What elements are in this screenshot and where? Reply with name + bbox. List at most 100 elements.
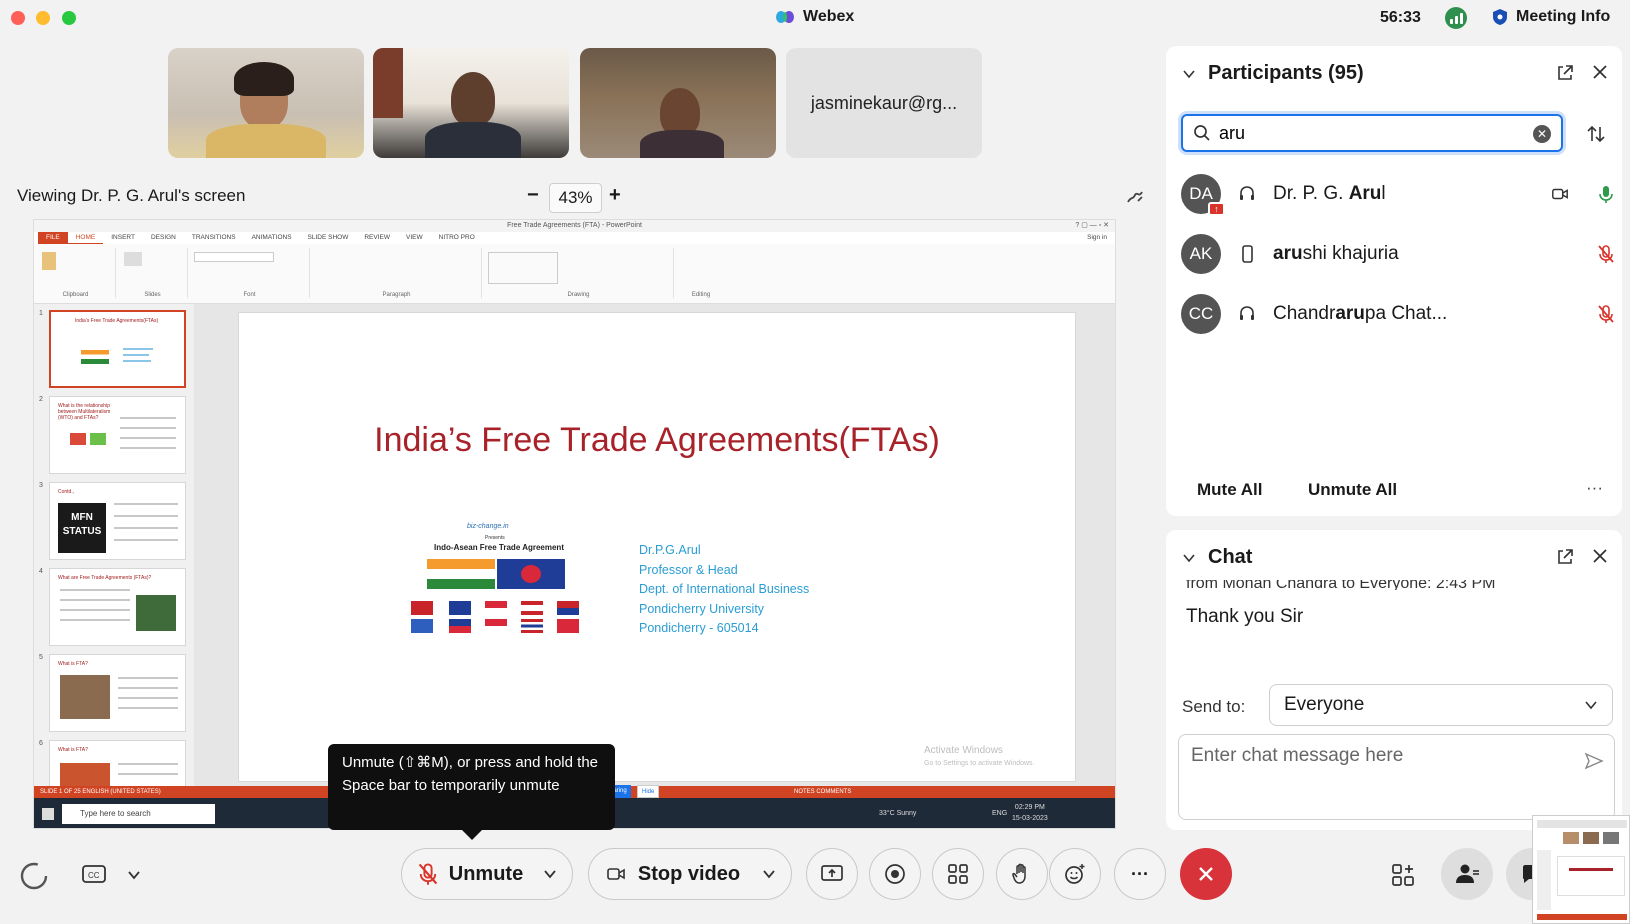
chevron-down-icon[interactable] — [1182, 551, 1196, 565]
ribbon-group-font: Font — [190, 248, 310, 298]
participants-more-button[interactable]: ··· — [1586, 478, 1603, 498]
ribbon-group-label: Font — [243, 292, 256, 298]
slide-thumbnail[interactable]: What is FTA? — [49, 740, 186, 786]
thumbnail-title: Contd., — [58, 489, 75, 495]
ppt-ribbon-tabs: FILE HOME INSERT DESIGN TRANSITIONS ANIM… — [34, 232, 1115, 244]
author-line: Dept. of International Business — [639, 582, 810, 597]
chevron-down-icon[interactable] — [127, 868, 141, 882]
more-options-label: ··· — [1131, 863, 1149, 884]
minimize-window-button[interactable] — [36, 11, 50, 25]
record-button[interactable] — [869, 848, 921, 900]
stop-video-button[interactable]: Stop video — [588, 848, 792, 900]
slide-thumbnail[interactable]: Contd., MFN STATUS — [49, 482, 186, 560]
closed-captions-icon[interactable]: CC — [81, 864, 107, 886]
zoom-level[interactable]: 43% — [549, 183, 602, 213]
participant-row[interactable]: DA ↑ Dr. P. G. Arul — [1181, 170, 1613, 218]
thumbnail-number: 1 — [39, 310, 43, 317]
slide-thumbnail[interactable]: What are Free Trade Agreements (FTAs)? — [49, 568, 186, 646]
layout-button[interactable] — [932, 848, 984, 900]
slide-thumbnail[interactable]: What is the relationship between Multila… — [49, 396, 186, 474]
participant-name-pre: Chandr — [1273, 303, 1336, 324]
chevron-down-icon[interactable] — [762, 867, 776, 881]
thumbnail-number: 3 — [39, 482, 43, 489]
emoji-reaction-icon — [1065, 864, 1085, 884]
chat-message-header: from Mohan Chandra to Everyone: 2:43 PM — [1186, 580, 1496, 590]
microphone-muted-icon[interactable] — [1597, 304, 1615, 324]
participant-name-post: pa Chat... — [1364, 303, 1448, 324]
chevron-down-icon[interactable] — [1182, 67, 1196, 81]
annotate-icon[interactable] — [1125, 186, 1145, 206]
ribbon-group-label: Editing — [691, 292, 711, 298]
participant-name: Chandrarupa Chat... — [1273, 303, 1447, 325]
avatar: CC — [1181, 294, 1221, 334]
participant-search-box[interactable]: ✕ — [1181, 114, 1563, 152]
chat-header[interactable]: Chat — [1182, 546, 1252, 569]
sort-icon[interactable] — [1586, 124, 1606, 144]
mfn-status-image: MFN STATUS — [58, 503, 106, 553]
hide-button[interactable]: Hide — [637, 785, 660, 798]
microphone-muted-icon — [418, 863, 437, 885]
participant-row[interactable]: CC Chandrarupa Chat... — [1181, 290, 1614, 338]
share-content-button[interactable] — [806, 848, 858, 900]
reactions-button[interactable] — [1049, 848, 1101, 900]
more-options-button[interactable]: ··· — [1114, 848, 1166, 900]
participant-video-4[interactable]: jasminekaur@rg... — [786, 48, 982, 158]
send-to-select[interactable]: Everyone — [1269, 684, 1613, 726]
meeting-info-button[interactable]: Meeting Info — [1492, 8, 1610, 26]
zoom-in-button[interactable]: + — [609, 184, 621, 207]
slide-thumbnail[interactable]: What is FTA? — [49, 654, 186, 732]
clock-time: 02:29 PM — [1014, 804, 1045, 811]
slide-logo-flags: biz-change.in Presents Indo-Asean Free T… — [409, 523, 589, 633]
close-window-button[interactable] — [11, 11, 25, 25]
participant-name-match: Aru — [1348, 183, 1382, 204]
microphone-muted-icon[interactable] — [1597, 244, 1615, 264]
author-line: Pondicherry University — [639, 601, 765, 616]
unmute-button[interactable]: Unmute — [401, 848, 573, 900]
participants-toggle-button[interactable] — [1441, 848, 1493, 900]
flag-image — [521, 601, 543, 615]
raise-hand-button[interactable] — [996, 848, 1048, 900]
webex-assistant-icon[interactable] — [19, 861, 49, 891]
apps-icon[interactable] — [1390, 862, 1416, 888]
close-icon[interactable] — [1591, 63, 1609, 81]
windows-start-icon[interactable] — [42, 808, 54, 820]
maximize-window-button[interactable] — [62, 11, 76, 25]
clear-search-icon[interactable]: ✕ — [1533, 125, 1551, 143]
shared-screen[interactable]: Free Trade Agreements (FTA) - PowerPoint… — [33, 219, 1116, 829]
end-meeting-button[interactable] — [1180, 848, 1232, 900]
activate-sub: Go to Settings to activate Windows. — [924, 760, 1035, 767]
taskbar-clock: 02:29 PM 15-03-2023 — [1012, 802, 1048, 824]
unmute-all-button[interactable]: Unmute All — [1308, 480, 1397, 500]
slide-thumbnail-pane[interactable]: 1 India’s Free Trade Agreements(FTAs) 2 … — [34, 304, 194, 786]
microphone-on-icon[interactable] — [1597, 184, 1615, 204]
meeting-info-label: Meeting Info — [1516, 8, 1611, 25]
participant-video-3[interactable] — [580, 48, 776, 158]
participant-search-input[interactable] — [1219, 122, 1519, 144]
slide-thumbnail[interactable]: India’s Free Trade Agreements(FTAs) — [49, 310, 186, 388]
ppt-ribbon: Clipboard Slides Font Paragraph Drawing … — [34, 244, 1115, 304]
taskbar-search[interactable]: Type here to search — [62, 804, 215, 824]
participant-video-2[interactable] — [373, 48, 569, 158]
author-line: Pondicherry - 605014 — [639, 621, 759, 636]
pop-out-icon[interactable] — [1556, 64, 1574, 82]
close-icon[interactable] — [1591, 547, 1609, 565]
current-slide[interactable]: India’s Free Trade Agreements(FTAs) biz-… — [238, 312, 1076, 782]
participant-name: Dr. P. G. Arul — [1273, 183, 1386, 205]
avatar: DA ↑ — [1181, 174, 1225, 216]
participant-video-1[interactable] — [168, 48, 364, 158]
mute-all-button[interactable]: Mute All — [1197, 480, 1262, 500]
flag-image — [485, 601, 507, 615]
ppt-window-title: Free Trade Agreements (FTA) - PowerPoint… — [34, 220, 1115, 232]
ribbon-group-clipboard: Clipboard — [36, 248, 116, 298]
zoom-out-button[interactable]: − — [527, 184, 539, 207]
chat-message-input[interactable]: Enter chat message here — [1178, 734, 1615, 820]
chevron-down-icon[interactable] — [543, 867, 557, 881]
pop-out-icon[interactable] — [1556, 548, 1574, 566]
participants-panel: Participants (95) ✕ DA↑ Dr. P. G. Arul A… — [1166, 46, 1622, 516]
participant-row[interactable]: AK arushi khajuria — [1181, 230, 1614, 278]
network-signal-icon[interactable] — [1445, 7, 1467, 29]
participants-header[interactable]: Participants (95) — [1182, 62, 1364, 85]
self-view-thumbnail[interactable] — [1532, 815, 1630, 924]
send-icon[interactable] — [1584, 751, 1604, 771]
ribbon-group-drawing: Drawing — [484, 248, 674, 298]
